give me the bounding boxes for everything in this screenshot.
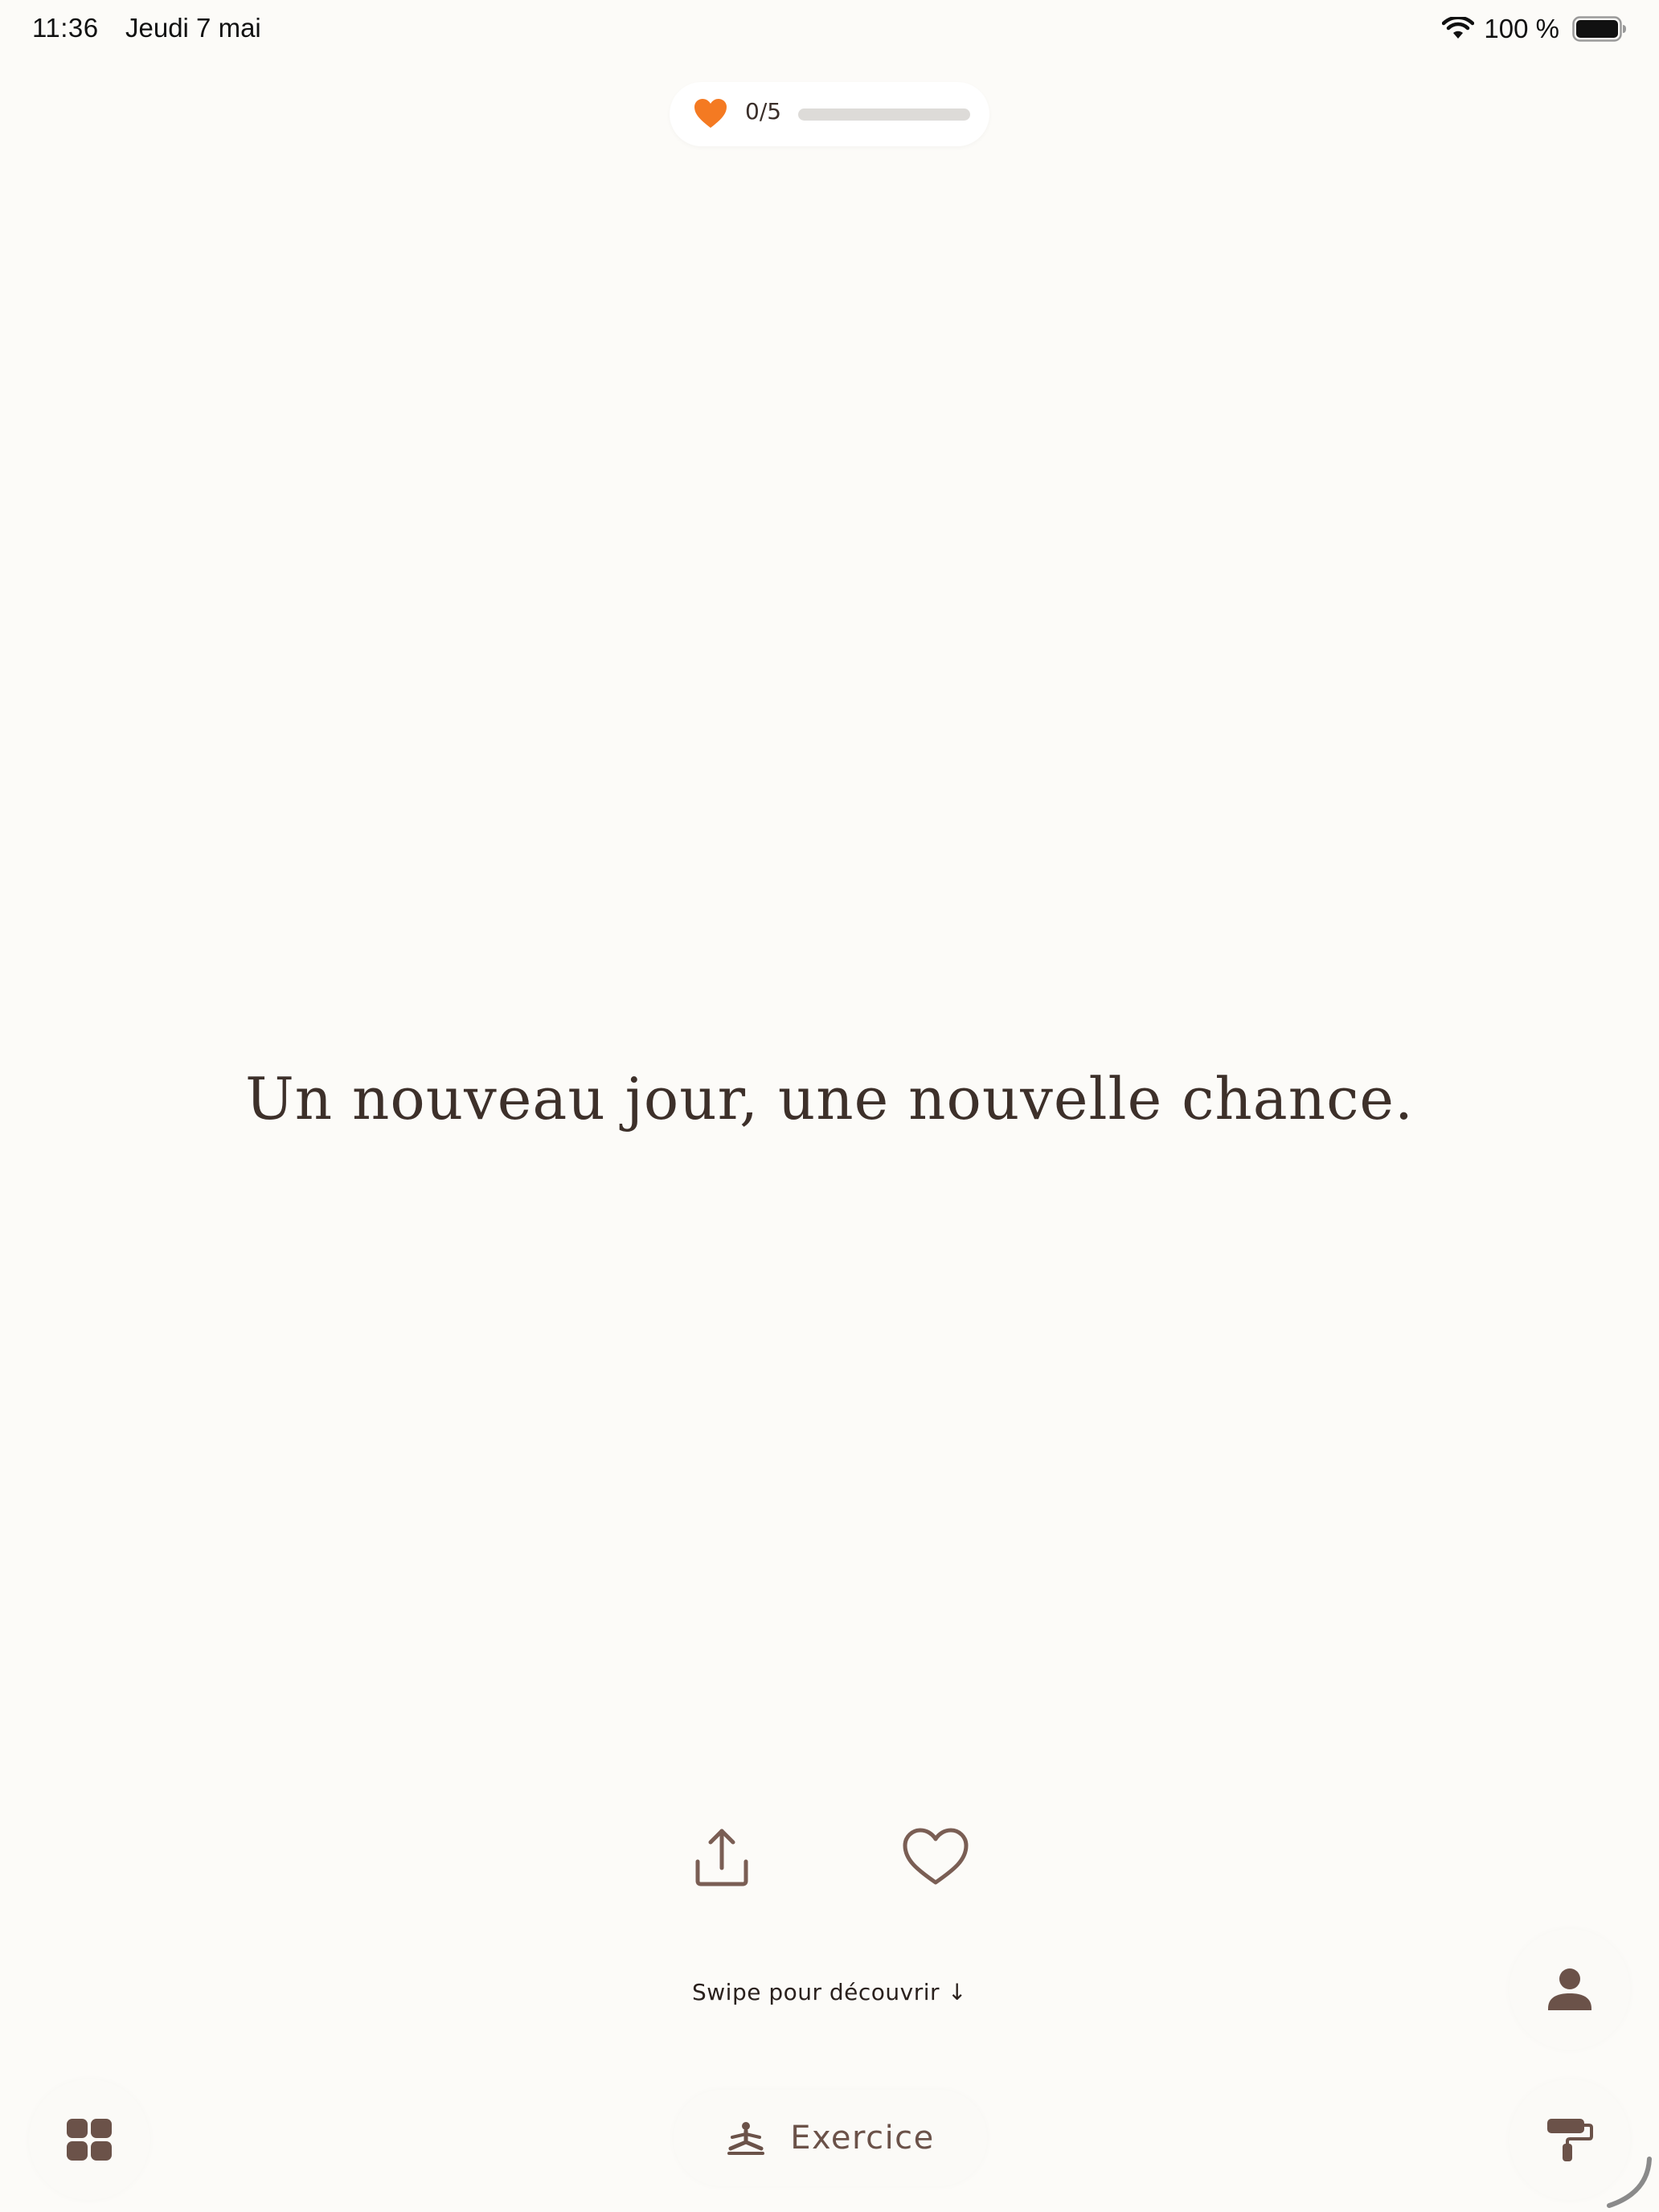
meditation-icon [727, 2122, 765, 2155]
profile-button[interactable] [1509, 1929, 1630, 2050]
progress-bar [798, 109, 970, 121]
wifi-icon [1442, 17, 1475, 39]
status-indicators: 100 % [1442, 11, 1627, 47]
quote-text: Un nouveau jour, une nouvelle chance. [245, 1065, 1414, 1133]
swipe-hint-label: Swipe pour découvrir [691, 1979, 940, 2005]
share-icon [695, 1829, 748, 1886]
person-icon [1548, 1968, 1591, 2010]
heart-filled-icon [694, 99, 727, 128]
status-time: 11:36 [32, 13, 99, 43]
menu-button[interactable] [29, 2079, 150, 2200]
exercise-button[interactable]: Exercice [674, 2090, 987, 2186]
share-button[interactable] [682, 1817, 762, 1897]
daily-progress-pill[interactable]: 0/5 [670, 82, 989, 146]
status-date: Jeudi 7 mai [125, 13, 261, 43]
paint-roller-icon [1547, 2119, 1593, 2161]
arrow-down-icon: ↓ [948, 1979, 968, 2005]
swipe-hint: Swipe pour découvrir ↓ [0, 1979, 1659, 2005]
battery-icon [1572, 16, 1626, 42]
corner-scroll-indicator [1607, 2157, 1652, 2208]
status-bar: 11:36 Jeudi 7 mai 100 % [0, 0, 1659, 61]
progress-count: 0/5 [745, 98, 782, 125]
grid-icon [67, 2119, 112, 2161]
exercise-label: Exercice [790, 2120, 935, 2157]
like-button[interactable] [895, 1817, 976, 1897]
battery-percentage: 100 % [1484, 14, 1559, 43]
heart-outline-icon [903, 1828, 969, 1885]
